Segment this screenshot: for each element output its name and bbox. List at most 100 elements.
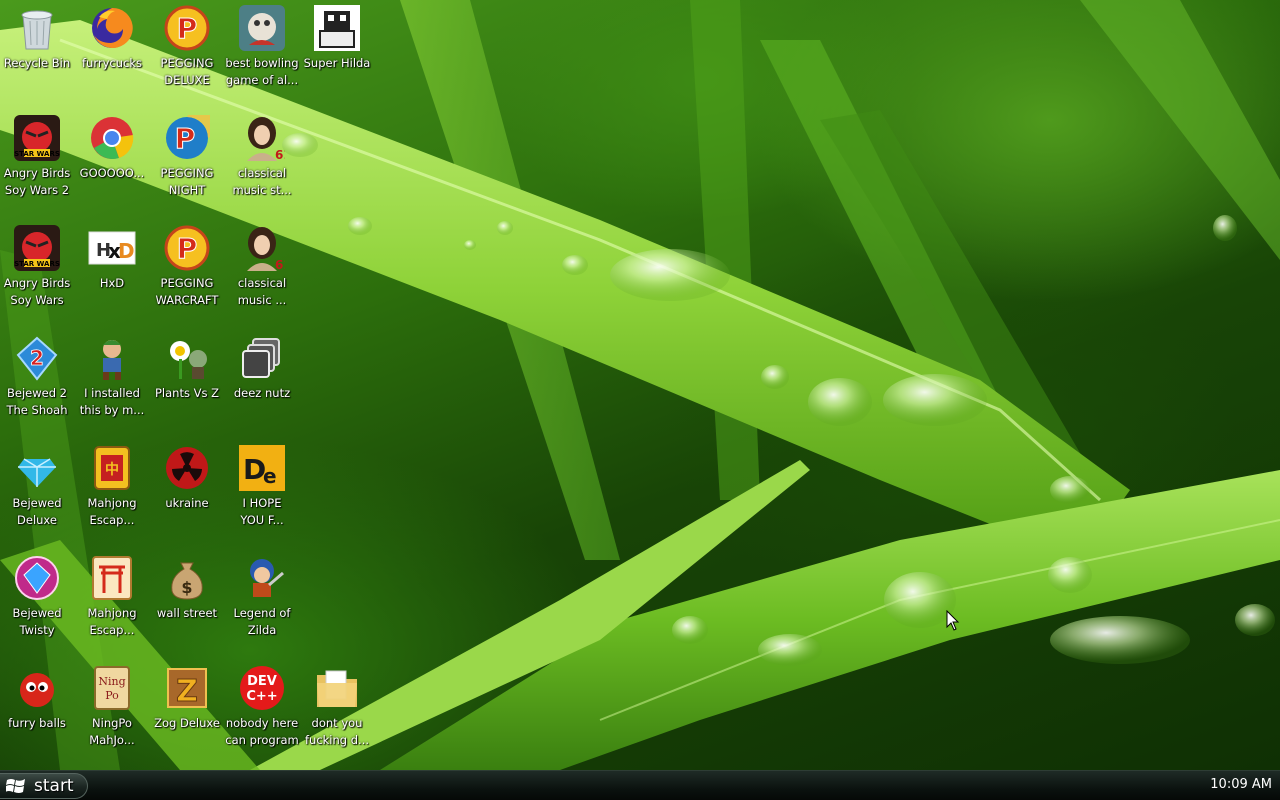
desktop-icon[interactable]: P PEGGING WARCRAFT bbox=[149, 224, 225, 309]
folder-icon bbox=[313, 664, 361, 712]
game-character-icon bbox=[88, 334, 136, 382]
svg-text:2: 2 bbox=[30, 346, 44, 370]
desktop-icon-label: Super Hilda bbox=[303, 56, 371, 70]
desktop-icon[interactable]: STAR WARS Angry Birds Soy Wars bbox=[0, 224, 75, 309]
desktop-icon-label: dont you fucking d... bbox=[304, 716, 370, 747]
recycle-bin-icon bbox=[13, 4, 61, 52]
mahjong-tile-icon: 中 bbox=[88, 444, 136, 492]
ningpo-tile-icon: Ning Po bbox=[88, 664, 136, 712]
taskbar-clock[interactable]: 10:09 AM bbox=[1210, 777, 1272, 792]
svg-text:P: P bbox=[175, 122, 196, 155]
svg-text:P: P bbox=[177, 232, 198, 265]
taskbar: start 10:09 AM bbox=[0, 770, 1280, 800]
desktop-icon[interactable]: 2 Bejewed 2 The Shoah bbox=[0, 334, 75, 419]
desktop-icon-label: wall street bbox=[156, 606, 218, 620]
firefox-icon bbox=[88, 4, 136, 52]
desktop-icon[interactable]: ukraine bbox=[149, 444, 225, 512]
blue-gem-icon bbox=[13, 444, 61, 492]
desktop-icon-label: best bowling game of al... bbox=[225, 56, 299, 87]
red-furball-icon bbox=[13, 664, 61, 712]
desktop-icon[interactable]: Super Hilda bbox=[299, 4, 375, 72]
desktop-icon-label: Mahjong Escap... bbox=[87, 606, 137, 637]
money-bag-icon: $ bbox=[163, 554, 211, 602]
desktop-icon-label: furrycucks bbox=[82, 56, 142, 70]
desktop-icon-label: classical music ... bbox=[237, 276, 287, 307]
svg-text:$: $ bbox=[181, 578, 192, 597]
desktop-icon[interactable]: DEV C++ nobody here can program bbox=[224, 664, 300, 749]
desktop-icon[interactable]: I installed this by m... bbox=[74, 334, 150, 419]
legend-character-icon bbox=[238, 554, 286, 602]
desktop-icon-label: HxD bbox=[99, 276, 125, 290]
desktop-icon[interactable]: Z Zog Deluxe bbox=[149, 664, 225, 732]
desktop-icon-label: Bejewed Twisty bbox=[12, 606, 62, 637]
mahjong-gate-icon bbox=[88, 554, 136, 602]
svg-text:中: 中 bbox=[105, 461, 119, 478]
windows-logo-icon bbox=[6, 779, 25, 793]
desktop-icon-label: Legend of Zilda bbox=[233, 606, 291, 637]
angry-birds-star-wars-icon: STAR WARS bbox=[13, 114, 61, 162]
svg-text:Po: Po bbox=[105, 689, 119, 702]
svg-text:61: 61 bbox=[275, 258, 285, 271]
desktop-icon[interactable]: P PEGGING DELUXE bbox=[149, 4, 225, 89]
desktop-icon[interactable]: 中 Mahjong Escap... bbox=[74, 444, 150, 529]
svg-text:DEV: DEV bbox=[247, 674, 277, 689]
desktop-icon-label: I installed this by m... bbox=[79, 386, 145, 417]
svg-text:P: P bbox=[177, 12, 198, 45]
desktop-icon[interactable]: best bowling game of al... bbox=[224, 4, 300, 89]
svg-text:C++: C++ bbox=[246, 689, 277, 704]
desktop-icon[interactable]: Ning Po NingPo MahJo... bbox=[74, 664, 150, 749]
desktop-icon[interactable]: 61 classical music st... bbox=[224, 114, 300, 199]
desktop-icon[interactable]: dont you fucking d... bbox=[299, 664, 375, 749]
desktop-icon[interactable]: Plants Vs Z bbox=[149, 334, 225, 402]
classical-music-portrait-icon: 61 bbox=[238, 114, 286, 162]
desktop-icon[interactable]: Recycle Bin bbox=[0, 4, 75, 72]
desktop-icon[interactable]: Bejewed Deluxe bbox=[0, 444, 75, 529]
mouse-cursor-icon bbox=[946, 610, 960, 631]
svg-text:Z: Z bbox=[176, 674, 198, 709]
desktop-icon-label: Mahjong Escap... bbox=[87, 496, 137, 527]
desktop-icon[interactable]: GOOOOO... bbox=[74, 114, 150, 182]
desktop-icon-label: I HOPE YOU F... bbox=[240, 496, 284, 527]
hxd-icon: HxD bbox=[88, 224, 136, 272]
desktop-icon[interactable]: 61 classical music ... bbox=[224, 224, 300, 309]
desktop-icon-label: NingPo MahJo... bbox=[89, 716, 135, 747]
svg-text:61: 61 bbox=[275, 148, 285, 161]
bowling-game-icon bbox=[238, 4, 286, 52]
desktop-icon-label: ukraine bbox=[165, 496, 209, 510]
desktop-icon[interactable]: deez nutz bbox=[224, 334, 300, 402]
bejeweled-twist-icon bbox=[13, 554, 61, 602]
desktop-icon-label: nobody here can program bbox=[225, 716, 299, 747]
desktop-icon-label: Angry Birds Soy Wars bbox=[3, 276, 71, 307]
de-logo-icon: De bbox=[238, 444, 286, 492]
desktop-icon[interactable]: Mahjong Escap... bbox=[74, 554, 150, 639]
desktop-icon[interactable]: Bejewed Twisty bbox=[0, 554, 75, 639]
desktop-icon-label: PEGGING WARCRAFT bbox=[155, 276, 219, 307]
desktop-icon[interactable]: furrycucks bbox=[74, 4, 150, 72]
super-hilda-icon bbox=[313, 4, 361, 52]
desktop-icon-label: deez nutz bbox=[233, 386, 291, 400]
desktop-icon-label: PEGGING DELUXE bbox=[160, 56, 214, 87]
desktop-icon[interactable]: furry balls bbox=[0, 664, 75, 732]
svg-text:D: D bbox=[118, 239, 135, 263]
desktop-icon-label: GOOOOO... bbox=[79, 166, 145, 180]
svg-text:Ning: Ning bbox=[98, 675, 125, 688]
radiation-icon bbox=[163, 444, 211, 492]
start-button[interactable]: start bbox=[0, 773, 88, 799]
desktop-icon[interactable]: $ wall street bbox=[149, 554, 225, 622]
bejeweled-2-icon: 2 bbox=[13, 334, 61, 382]
start-label: start bbox=[34, 776, 74, 796]
svg-text:e: e bbox=[263, 464, 277, 488]
desktop-icon-label: Plants Vs Z bbox=[154, 386, 219, 400]
angry-birds-star-wars-icon: STAR WARS bbox=[13, 224, 61, 272]
desktop-icon[interactable]: Legend of Zilda bbox=[224, 554, 300, 639]
desktop-icon[interactable]: P PEGGING NIGHT bbox=[149, 114, 225, 199]
desktop-icon[interactable]: De I HOPE YOU F... bbox=[224, 444, 300, 529]
desktop-icon-label: Recycle Bin bbox=[3, 56, 71, 70]
desktop-icon[interactable]: Hx D HxD bbox=[74, 224, 150, 292]
svg-text:STAR WARS: STAR WARS bbox=[14, 150, 60, 158]
desktop[interactable]: Recycle Bin furrycucks P PEGGING DELUXE best… bbox=[0, 0, 1280, 770]
desktop-icon-label: Angry Birds Soy Wars 2 bbox=[3, 166, 71, 197]
pegging-night-icon: P bbox=[163, 114, 211, 162]
desktop-icon[interactable]: STAR WARS Angry Birds Soy Wars 2 bbox=[0, 114, 75, 199]
desktop-icon-label: classical music st... bbox=[232, 166, 292, 197]
